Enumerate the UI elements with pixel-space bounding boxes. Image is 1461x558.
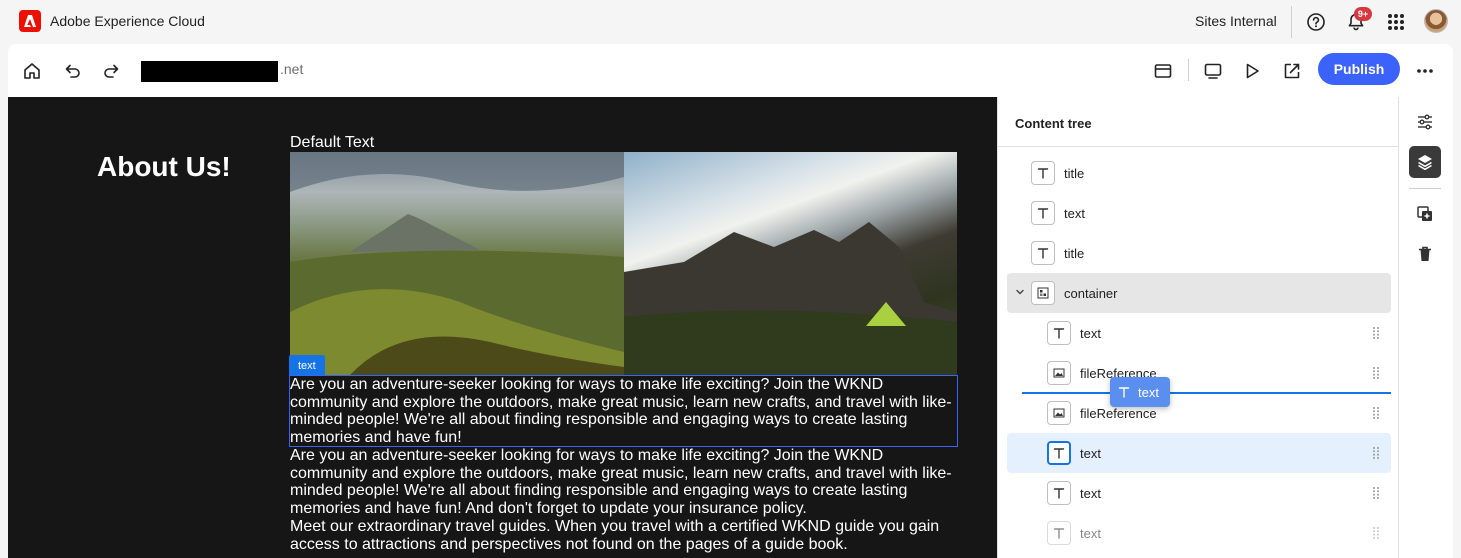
text-icon [1031,241,1055,265]
tree-node-label: text [1064,205,1085,221]
image-icon [1047,401,1071,425]
panel-title: Content tree [1015,116,1092,131]
drag-ghost-chip[interactable]: text [1110,377,1170,407]
drag-handle-icon[interactable] [1371,486,1381,500]
more-icon[interactable] [1412,58,1438,84]
user-avatar[interactable] [1424,9,1448,33]
volcano-landscape-image[interactable] [290,152,624,375]
panel-divider [998,146,1399,147]
preview-icon[interactable] [1239,58,1265,84]
site-domain: .net [280,61,304,77]
tree-node-label: fileReference [1080,405,1157,421]
image-icon [1047,361,1071,385]
container-icon [1031,281,1055,305]
tree-node[interactable]: title [1007,233,1391,273]
app-grid-icon[interactable] [1384,10,1408,34]
tree-node-faded[interactable]: text [1007,513,1391,553]
text-component[interactable]: Meet our extraordinary travel guides. Wh… [290,518,960,553]
rail-divider [1409,188,1441,189]
tree-node[interactable]: fileReference [1007,353,1391,393]
tree-node-label: text [1080,525,1101,541]
text-icon [1047,481,1071,505]
text-icon [1118,387,1130,398]
page-canvas: About Us! Default Text text Are you an a… [8,97,997,558]
page-heading[interactable]: About Us! [97,151,231,183]
tree-node[interactable]: text [1007,473,1391,513]
drop-indicator-line [1022,392,1391,394]
help-icon[interactable] [1304,10,1328,34]
content-tree-panel: Content tree title text title container … [997,97,1399,558]
redo-icon[interactable] [99,58,125,84]
text-icon [1031,201,1055,225]
publish-button[interactable]: Publish [1318,53,1400,85]
adobe-logo-icon[interactable] [19,10,41,32]
open-external-icon[interactable] [1279,58,1305,84]
home-icon[interactable] [19,58,45,84]
shell-bar: Adobe Experience Cloud Sites Internal 9+ [0,0,1461,44]
selected-component-label: text [289,355,325,376]
layers-icon[interactable] [1409,146,1441,178]
tree-node[interactable]: fileReference [1007,393,1391,433]
notification-badge: 9+ [1354,7,1372,21]
tree-node-container[interactable]: container [1007,273,1391,313]
text-icon [1031,161,1055,185]
toolbar-divider [1188,59,1189,81]
text-component[interactable]: Are you an adventure-seeker looking for … [290,447,960,517]
selected-text-component[interactable]: Are you an adventure-seeker looking for … [289,374,958,448]
drag-handle-icon[interactable] [1371,366,1381,380]
drag-chip-label: text [1138,384,1159,400]
right-rail [1398,97,1453,558]
text-icon [1047,521,1071,545]
drag-handle-icon[interactable] [1371,446,1381,460]
tree-node[interactable]: title [1007,153,1391,193]
tree-node-label: title [1064,245,1085,261]
delete-icon[interactable] [1409,238,1441,270]
tree-node-highlighted[interactable]: text [1007,433,1391,473]
environment-switcher[interactable]: Sites Internal [1195,13,1277,29]
shell-divider [1291,6,1292,38]
undo-icon[interactable] [59,58,85,84]
properties-icon[interactable] [1150,58,1176,84]
add-component-icon[interactable] [1409,198,1441,230]
editor-toolbar: .net Publish [8,44,1453,97]
tree-node[interactable]: text [1007,193,1391,233]
text-icon [1047,321,1071,345]
tree-node-label: text [1080,445,1101,461]
tree-node[interactable]: text [1007,313,1391,353]
chevron-down-icon[interactable] [1015,287,1025,300]
text-icon [1047,441,1071,465]
drag-handle-icon[interactable] [1371,526,1381,540]
adjustments-icon[interactable] [1409,106,1441,138]
tree-node-label: container [1064,285,1118,301]
brand-name[interactable]: Adobe Experience Cloud [50,13,205,29]
tree-node-label: title [1064,165,1085,181]
drag-handle-icon[interactable] [1371,326,1381,340]
drag-handle-icon[interactable] [1371,406,1381,420]
tree-node-label: text [1080,485,1101,501]
default-text-component[interactable]: Default Text [290,134,374,152]
device-preview-icon[interactable] [1200,58,1226,84]
mountain-tent-image[interactable] [624,152,957,375]
redacted-site-name [141,61,278,82]
tree-node-label: text [1080,325,1101,341]
